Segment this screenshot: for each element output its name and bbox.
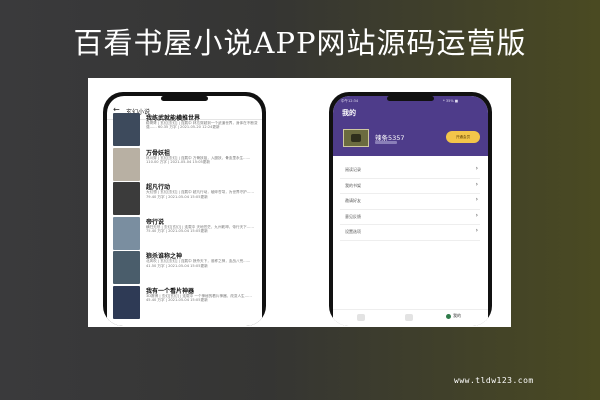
menu-item[interactable]: 我的书架 › bbox=[340, 179, 480, 194]
book-list-item[interactable]: 我有一个看片神器 3D赛博 | 玄幻[玄幻] | 连载中 一个神秘的看片神器，改变… bbox=[107, 285, 262, 319]
menu-item-label: 我的书架 bbox=[345, 182, 361, 188]
tab-mine[interactable]: 我的 bbox=[446, 313, 461, 319]
book-list: 我练武就能横推世界 稳哥哥 | 玄幻[玄幻] | 连载中 林忘穿越到一个武道世界，… bbox=[107, 113, 262, 321]
chevron-right-icon: › bbox=[475, 196, 478, 203]
phone-notch bbox=[387, 96, 434, 101]
banner-title: 百看书屋小说APP网站源码运营版 bbox=[73, 26, 527, 60]
profile-menu: 阅读记录 › 我的书架 › 邀请好友 › 意见反馈 › 设置选项 › bbox=[340, 163, 480, 241]
book-cover bbox=[113, 285, 140, 319]
menu-item[interactable]: 意见反馈 › bbox=[340, 210, 480, 225]
page-title: 我的 bbox=[342, 109, 356, 117]
right-phone: 中午12:34 * 35% ■ 我的 辣条5357 开通会员 阅读记录 › 我的书架… bbox=[329, 92, 492, 326]
user-id-bar bbox=[375, 141, 397, 144]
status-icons: * 35% ■ bbox=[443, 99, 459, 103]
watermark: www.tldw123.com bbox=[454, 376, 534, 385]
book-cover bbox=[113, 251, 140, 285]
book-meta: 3D赛博 | 玄幻[玄幻] | 连载中 一个神秘的看片神器，改变人生…… 45.… bbox=[146, 293, 252, 303]
book-list-item[interactable]: 我练武就能横推世界 稳哥哥 | 玄幻[玄幻] | 连载中 林忘穿越到一个武道世界，… bbox=[107, 113, 262, 146]
book-list-item[interactable]: 帝行说 横扫无尽 | 玄幻[玄幻] | 连载中 天地苍茫，九州乾坤，帝行天下…… … bbox=[107, 216, 262, 250]
chevron-right-icon: › bbox=[475, 211, 478, 219]
avatar[interactable] bbox=[343, 129, 369, 147]
book-meta: 横扫无尽 | 玄幻[玄幻] | 连载中 天地苍茫，九州乾坤，帝行天下…… 75.… bbox=[146, 224, 254, 234]
menu-item-label: 设置选项 bbox=[345, 229, 361, 234]
vip-button[interactable]: 开通会员 bbox=[446, 131, 480, 143]
book-cover bbox=[113, 147, 140, 181]
tab-bar: 我的 bbox=[333, 309, 488, 326]
book-meta: 稳哥哥 | 玄幻[玄幻] | 连载中 林忘穿越到一个武道世界，身体在不断变强……… bbox=[146, 121, 258, 130]
chevron-right-icon: › bbox=[475, 180, 478, 188]
book-list-item[interactable]: 超凡行动 大幻想 | 玄幻[玄幻] | 连载中 超凡行动，破碎苍穹，为世界守护……… bbox=[107, 182, 262, 216]
book-meta: 林川穿 | 玄幻[玄幻] | 连载中 万骨妖祖，入魔妖，骨血里永生…… 110.… bbox=[146, 155, 251, 164]
tab-discover-icon[interactable] bbox=[405, 314, 413, 321]
menu-item[interactable]: 设置选项 › bbox=[340, 225, 480, 241]
book-list-screen: ← 玄幻小说 我练武就能横推世界稳哥哥 | 玄幻[玄幻] | 连载中 林忘穿越到… bbox=[107, 96, 262, 326]
chevron-right-icon: › bbox=[475, 227, 478, 234]
book-cover bbox=[113, 113, 140, 146]
phone-notch bbox=[161, 96, 208, 101]
menu-item-label: 阅读记录 bbox=[345, 167, 361, 172]
book-meta: 大幻想 | 玄幻[玄幻] | 连载中 超凡行动，破碎苍穹，为世界守护…… 79.… bbox=[146, 190, 254, 199]
profile-header: 中午12:34 * 35% ■ 我的 辣条5357 开通会员 bbox=[333, 96, 488, 156]
tab-home-icon[interactable] bbox=[357, 314, 365, 321]
user-icon bbox=[446, 313, 451, 319]
tab-mine-label: 我的 bbox=[453, 313, 461, 318]
book-cover bbox=[113, 216, 140, 250]
left-phone: ← 玄幻小说 我练武就能横推世界稳哥哥 | 玄幻[玄幻] | 连载中 林忘穿越到… bbox=[103, 92, 266, 326]
book-cover bbox=[113, 182, 140, 216]
chevron-right-icon: › bbox=[475, 165, 478, 172]
status-time: 中午12:34 bbox=[341, 99, 359, 103]
menu-item-label: 邀请好友 bbox=[345, 198, 361, 203]
profile-screen: 中午12:34 * 35% ■ 我的 辣条5357 开通会员 阅读记录 › 我的书架… bbox=[333, 96, 488, 326]
book-list-item[interactable]: 狼杀谁称之神 北风吹 | 玄幻[玄幻] | 连载中 狼杀天下，谁称之神，血战八荒…… bbox=[107, 251, 262, 285]
menu-item-label: 意见反馈 bbox=[345, 213, 361, 219]
menu-item[interactable]: 阅读记录 › bbox=[340, 163, 480, 179]
book-list-item[interactable]: 万骨妖祖 林川穿 | 玄幻[玄幻] | 连载中 万骨妖祖，入魔妖，骨血里永生…… … bbox=[107, 147, 262, 181]
book-meta: 北风吹 | 玄幻[玄幻] | 连载中 狼杀天下，谁称之神，血战八荒…… 41.5… bbox=[146, 259, 251, 268]
menu-item[interactable]: 邀请好友 › bbox=[340, 194, 480, 210]
